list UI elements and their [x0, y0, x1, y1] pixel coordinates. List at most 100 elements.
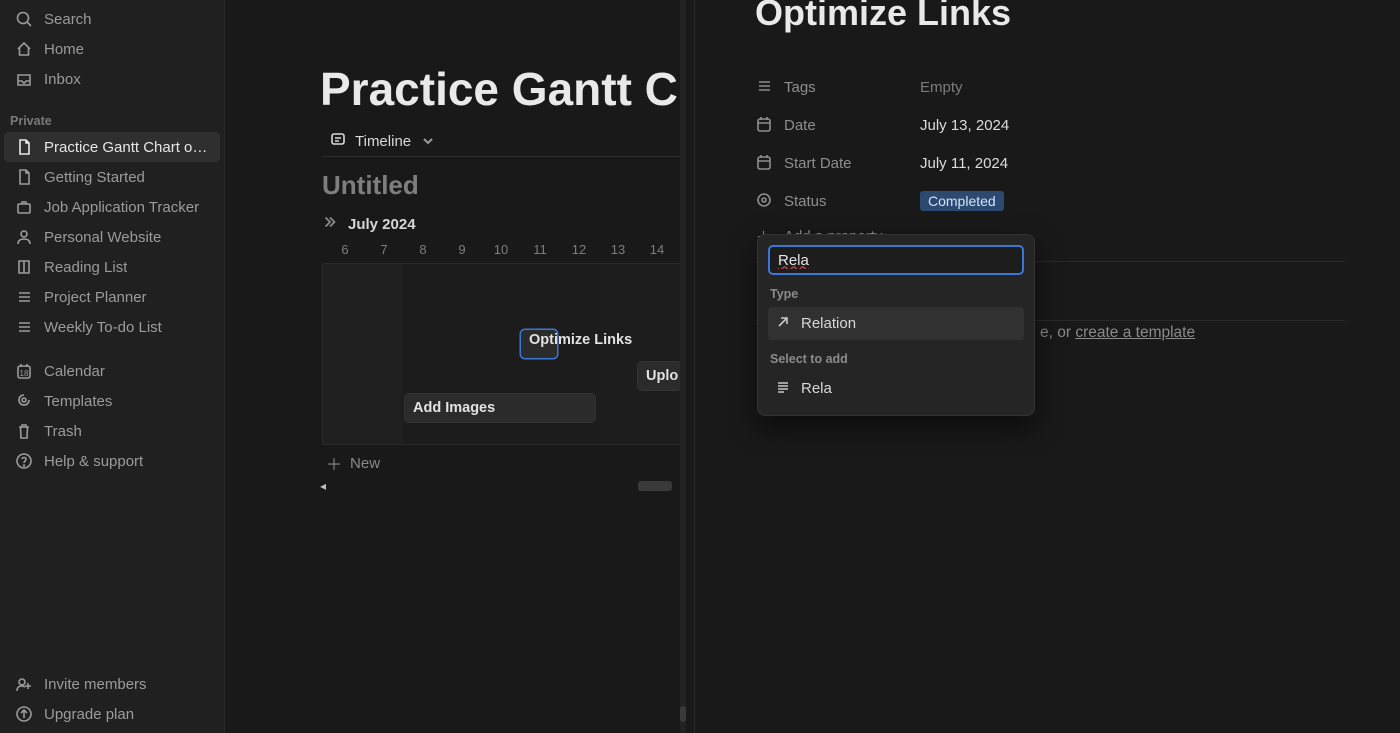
- day-label: 8: [414, 242, 432, 257]
- chevron-down-icon: [419, 132, 433, 150]
- split-divider[interactable]: [680, 0, 686, 733]
- timeline-month-label: July 2024: [348, 216, 416, 233]
- sidebar-item-personal-website[interactable]: Personal Website: [4, 222, 220, 252]
- sidebar-item-getting-started[interactable]: Getting Started: [4, 162, 220, 192]
- gantt-bar-add-images[interactable]: Add Images: [405, 394, 595, 422]
- weekend-shade: [323, 264, 403, 444]
- sidebar-item-label: Search: [44, 11, 92, 28]
- scrollbar-thumb[interactable]: [638, 481, 672, 491]
- plus-icon: ＋: [326, 451, 342, 475]
- properties: Tags Empty Date July 13, 2024 Start Date…: [755, 68, 1345, 247]
- gantt-bar-label: Optimize Links: [529, 332, 632, 348]
- sidebar-item-weekly-todo[interactable]: Weekly To-do List: [4, 312, 220, 342]
- popover-option-label: Relation: [801, 315, 856, 332]
- gantt-horizontal-scrollbar[interactable]: ◂: [322, 481, 685, 491]
- scrollbar-thumb[interactable]: [680, 706, 686, 722]
- property-label: Tags: [784, 79, 816, 96]
- main-content: Practice Gantt Chart on No Timeline Unti…: [225, 0, 685, 733]
- gantt-bar-label: Uplo: [646, 368, 678, 384]
- sidebar-item-search[interactable]: Search: [4, 4, 220, 34]
- create-template-link[interactable]: create a template: [1075, 324, 1195, 341]
- sidebar-item-job-tracker[interactable]: Job Application Tracker: [4, 192, 220, 222]
- database-title[interactable]: Untitled: [322, 170, 419, 201]
- sidebar: Search Home Inbox Private Practice Gantt…: [0, 0, 225, 733]
- property-key: Tags: [755, 77, 920, 98]
- gantt-body[interactable]: Optimize Links Uplo Add Images: [322, 263, 685, 445]
- day-label: 7: [375, 242, 393, 257]
- sidebar-item-home[interactable]: Home: [4, 34, 220, 64]
- sidebar-item-label: Home: [44, 41, 84, 58]
- popover-section-label: Type: [770, 287, 1022, 301]
- property-value[interactable]: July 13, 2024: [920, 117, 1009, 134]
- sidebar-item-inbox[interactable]: Inbox: [4, 64, 220, 94]
- view-label: Timeline: [355, 133, 411, 150]
- weekend-shade: [599, 264, 679, 444]
- sidebar-item-gantt[interactable]: Practice Gantt Chart on N…: [4, 132, 220, 162]
- property-type-popover: Type Relation Select to add Rela: [757, 234, 1035, 416]
- property-row-tags[interactable]: Tags Empty: [755, 68, 1345, 106]
- status-icon: [755, 191, 772, 212]
- sidebar-item-label: Reading List: [44, 259, 127, 276]
- property-value[interactable]: Empty: [920, 79, 963, 96]
- chevron-double-right-icon[interactable]: [322, 214, 338, 234]
- page-icon: [14, 137, 34, 157]
- gantt-bar-label: Add Images: [413, 400, 495, 416]
- popover-option-label: Rela: [801, 380, 832, 397]
- page-icon: [14, 167, 34, 187]
- sidebar-item-label: Inbox: [44, 71, 81, 88]
- property-key: Status: [755, 191, 920, 212]
- property-value[interactable]: Completed: [920, 193, 1004, 210]
- sidebar-item-invite[interactable]: Invite members: [4, 669, 220, 699]
- gantt-bar-upload[interactable]: Uplo: [638, 362, 682, 390]
- sidebar-item-label: Weekly To-do List: [44, 319, 162, 336]
- page-body-hint: e, or create a template: [1040, 324, 1195, 342]
- property-row-start-date[interactable]: Start Date July 11, 2024: [755, 144, 1345, 182]
- sidebar-item-label: Trash: [44, 423, 82, 440]
- timeline-icon: [329, 130, 347, 152]
- caret-left-icon[interactable]: ◂: [320, 479, 326, 493]
- sidebar-section-label: Private: [4, 106, 220, 132]
- list-icon: [14, 287, 34, 307]
- sidebar-item-templates[interactable]: Templates: [4, 386, 220, 416]
- day-label: 10: [492, 242, 510, 257]
- inbox-icon: [14, 69, 34, 89]
- list-icon: [14, 317, 34, 337]
- upgrade-icon: [14, 704, 34, 724]
- view-picker[interactable]: Timeline: [329, 130, 433, 152]
- sidebar-item-label: Templates: [44, 393, 112, 410]
- search-icon: [14, 9, 34, 29]
- gantt-new-row[interactable]: ＋ New: [322, 445, 685, 481]
- status-badge: Completed: [920, 191, 1004, 211]
- popover-option-relation[interactable]: Relation: [768, 307, 1024, 340]
- invite-icon: [14, 674, 34, 694]
- day-label: 14: [648, 242, 666, 257]
- day-label: 11: [531, 242, 549, 257]
- page-title: Practice Gantt Chart on No: [320, 62, 685, 116]
- book-icon: [14, 257, 34, 277]
- day-label: 12: [570, 242, 588, 257]
- property-row-date[interactable]: Date July 13, 2024: [755, 106, 1345, 144]
- popover-option-rela[interactable]: Rela: [768, 372, 1024, 405]
- sidebar-top-nav: Search Home Inbox: [0, 0, 224, 96]
- gantt-new-label: New: [350, 455, 380, 472]
- property-value[interactable]: July 11, 2024: [920, 155, 1008, 172]
- relation-arrow-icon: [774, 313, 791, 334]
- sidebar-item-calendar[interactable]: Calendar: [4, 356, 220, 386]
- sidebar-item-reading-list[interactable]: Reading List: [4, 252, 220, 282]
- sidebar-item-upgrade[interactable]: Upgrade plan: [4, 699, 220, 729]
- calendar-icon: [755, 153, 772, 174]
- sidebar-item-label: Practice Gantt Chart on N…: [44, 139, 210, 156]
- panel-title[interactable]: Optimize Links: [755, 0, 1400, 34]
- property-row-status[interactable]: Status Completed: [755, 182, 1345, 220]
- sidebar-item-help[interactable]: Help & support: [4, 446, 220, 476]
- trash-icon: [14, 421, 34, 441]
- sidebar-item-label: Calendar: [44, 363, 105, 380]
- help-icon: [14, 451, 34, 471]
- property-search-input[interactable]: [768, 245, 1024, 275]
- day-label: 9: [453, 242, 471, 257]
- property-key: Start Date: [755, 153, 920, 174]
- sidebar-item-project-planner[interactable]: Project Planner: [4, 282, 220, 312]
- sidebar-private-section: Private Practice Gantt Chart on N… Getti…: [0, 96, 224, 476]
- day-label: 13: [609, 242, 627, 257]
- sidebar-item-trash[interactable]: Trash: [4, 416, 220, 446]
